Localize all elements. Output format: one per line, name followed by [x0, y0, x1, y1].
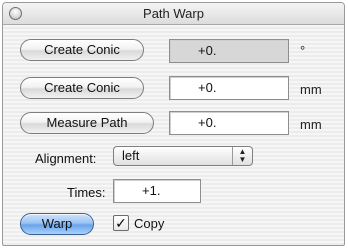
window-title: Path Warp [143, 6, 204, 21]
create-conic-button-2[interactable]: Create Conic [20, 77, 144, 99]
copy-label: Copy [134, 216, 165, 231]
measure-path-field[interactable]: +0. [169, 111, 289, 135]
conic-mm-field[interactable]: +0. [169, 76, 289, 100]
angle-field: +0. [169, 39, 289, 63]
alignment-select[interactable]: left ▲ ▼ [113, 146, 253, 166]
mm-unit-label-2: mm [300, 117, 322, 132]
times-label: Times: [67, 185, 106, 200]
copy-checkbox[interactable]: ✓ [113, 215, 129, 231]
times-field[interactable]: +1. [113, 179, 201, 203]
measure-path-button[interactable]: Measure Path [20, 112, 154, 134]
alignment-selected-value: left [122, 148, 140, 163]
select-arrows-icon: ▲ ▼ [232, 147, 252, 165]
title-bar[interactable]: Path Warp [3, 3, 344, 25]
warp-button[interactable]: Warp [20, 213, 94, 235]
mm-unit-label-1: mm [300, 82, 322, 97]
alignment-label: Alignment: [35, 151, 97, 166]
path-warp-window: Path Warp Create Conic +0. ° Create Coni… [2, 2, 345, 246]
create-conic-button-1[interactable]: Create Conic [20, 39, 144, 61]
degree-unit-label: ° [300, 43, 306, 58]
